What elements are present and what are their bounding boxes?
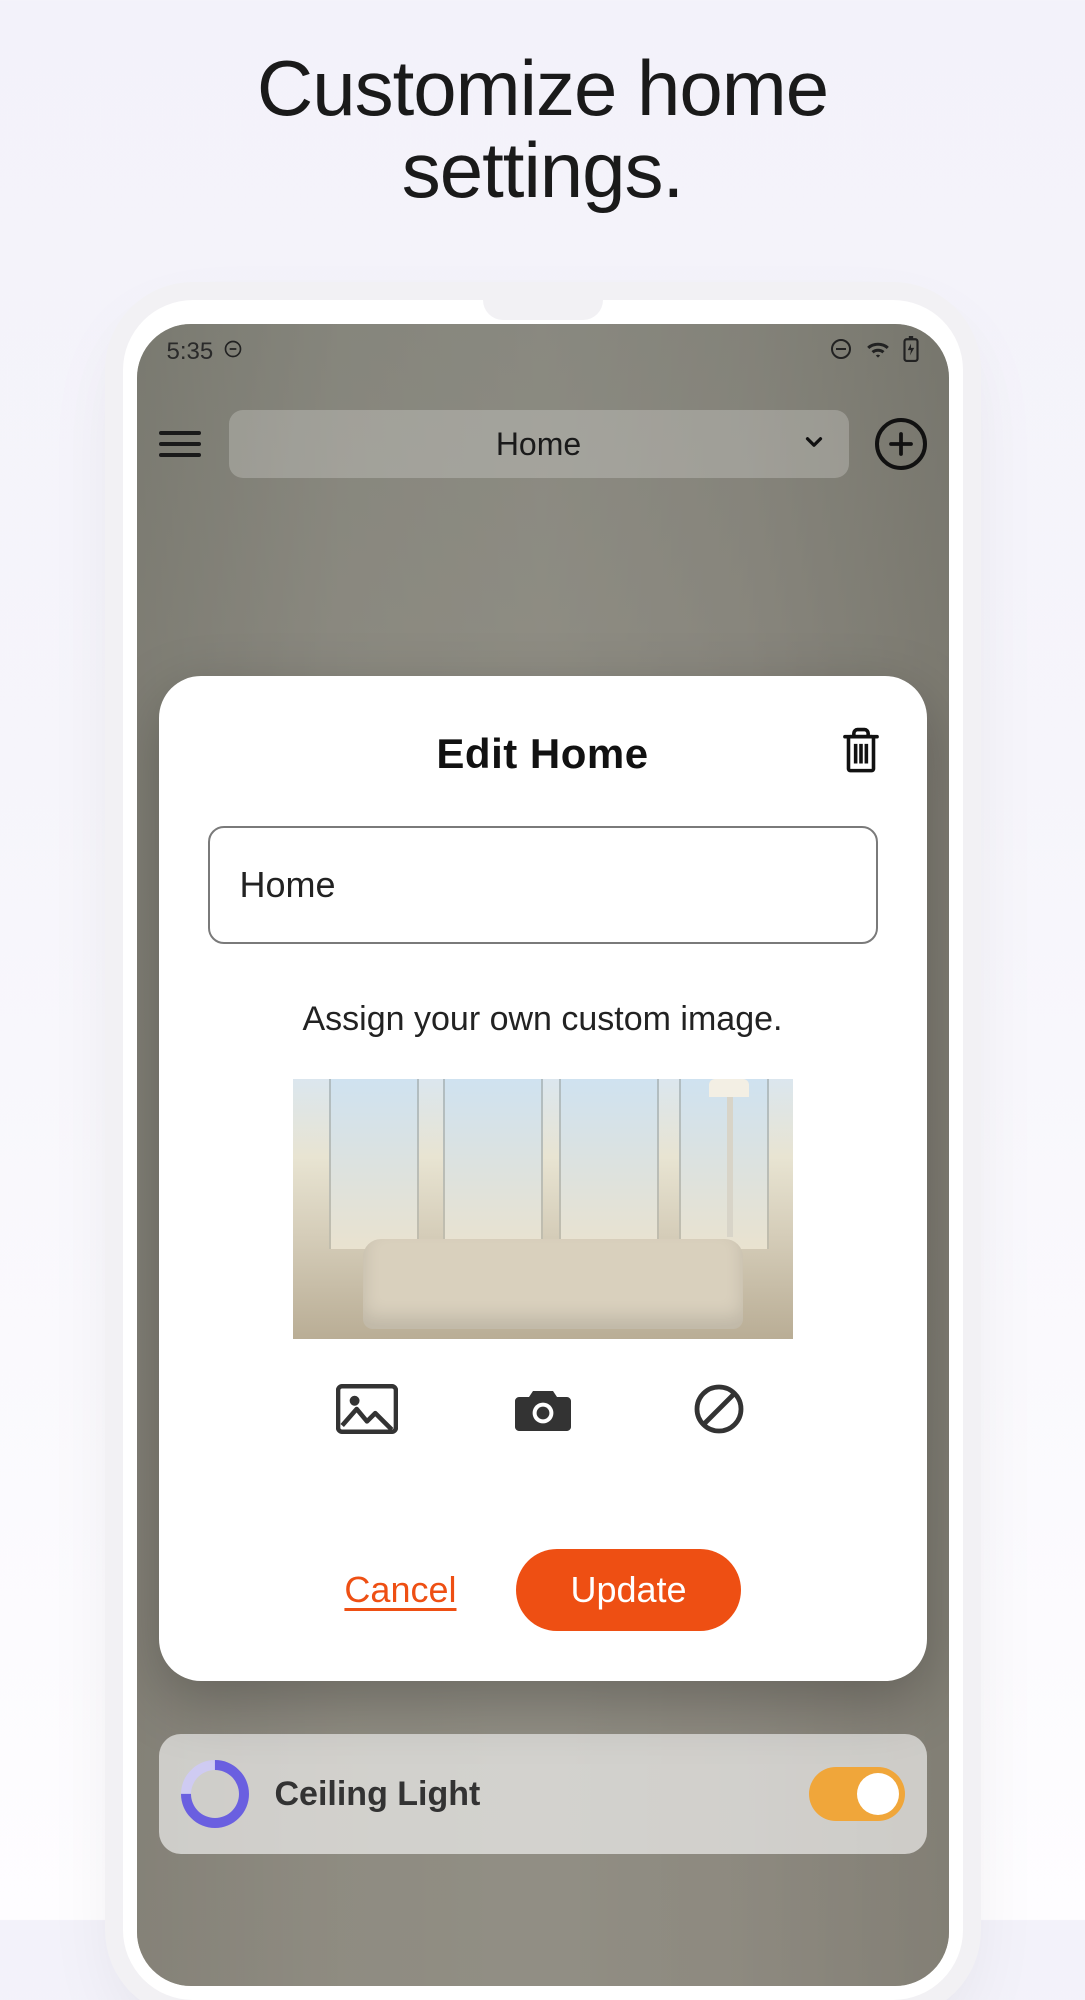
phone-screen: 5:35: [137, 324, 949, 1986]
headline-line-1: Customize home: [257, 44, 828, 132]
device-toggle[interactable]: [809, 1767, 905, 1821]
camera-icon: [511, 1383, 575, 1435]
remove-image-button[interactable]: [684, 1379, 754, 1439]
device-row[interactable]: Ceiling Light: [159, 1734, 927, 1854]
modal-actions: Cancel Update: [195, 1549, 891, 1631]
cancel-button[interactable]: Cancel: [344, 1569, 456, 1611]
hamburger-icon: [159, 431, 201, 435]
phone-notch: [483, 300, 603, 320]
delete-button[interactable]: [839, 726, 883, 781]
do-not-disturb-icon: [829, 337, 853, 368]
assign-image-label: Assign your own custom image.: [195, 1000, 891, 1039]
status-time: 5:35: [167, 338, 214, 366]
app-header: Home: [137, 404, 949, 484]
image-source-row: [195, 1379, 891, 1439]
home-name-input[interactable]: [208, 826, 878, 944]
gallery-icon: [336, 1384, 398, 1434]
headline-line-2: settings.: [402, 126, 683, 214]
home-selector-label: Home: [496, 426, 581, 463]
status-bar: 5:35: [137, 324, 949, 380]
camera-button[interactable]: [508, 1379, 578, 1439]
home-selector[interactable]: Home: [229, 410, 849, 478]
device-status-ring-icon: [166, 1746, 262, 1842]
no-symbol-icon: [693, 1383, 745, 1435]
trash-icon: [839, 726, 883, 776]
modal-title: Edit Home: [436, 730, 648, 778]
device-row-label: Ceiling Light: [275, 1775, 481, 1814]
update-button[interactable]: Update: [516, 1549, 740, 1631]
phone-mockup: 5:35: [123, 300, 963, 2000]
status-indicator-icon: [223, 338, 243, 366]
add-button[interactable]: [875, 418, 927, 470]
marketing-headline: Customize home settings.: [0, 0, 1085, 212]
plus-icon: [886, 429, 916, 459]
gallery-button[interactable]: [332, 1379, 402, 1439]
wifi-icon: [865, 338, 891, 367]
battery-icon: [903, 336, 919, 369]
menu-button[interactable]: [159, 422, 203, 466]
chevron-down-icon: [801, 429, 827, 460]
image-preview[interactable]: [293, 1079, 793, 1339]
edit-home-modal: Edit Home Assign your own custom image.: [159, 676, 927, 1681]
